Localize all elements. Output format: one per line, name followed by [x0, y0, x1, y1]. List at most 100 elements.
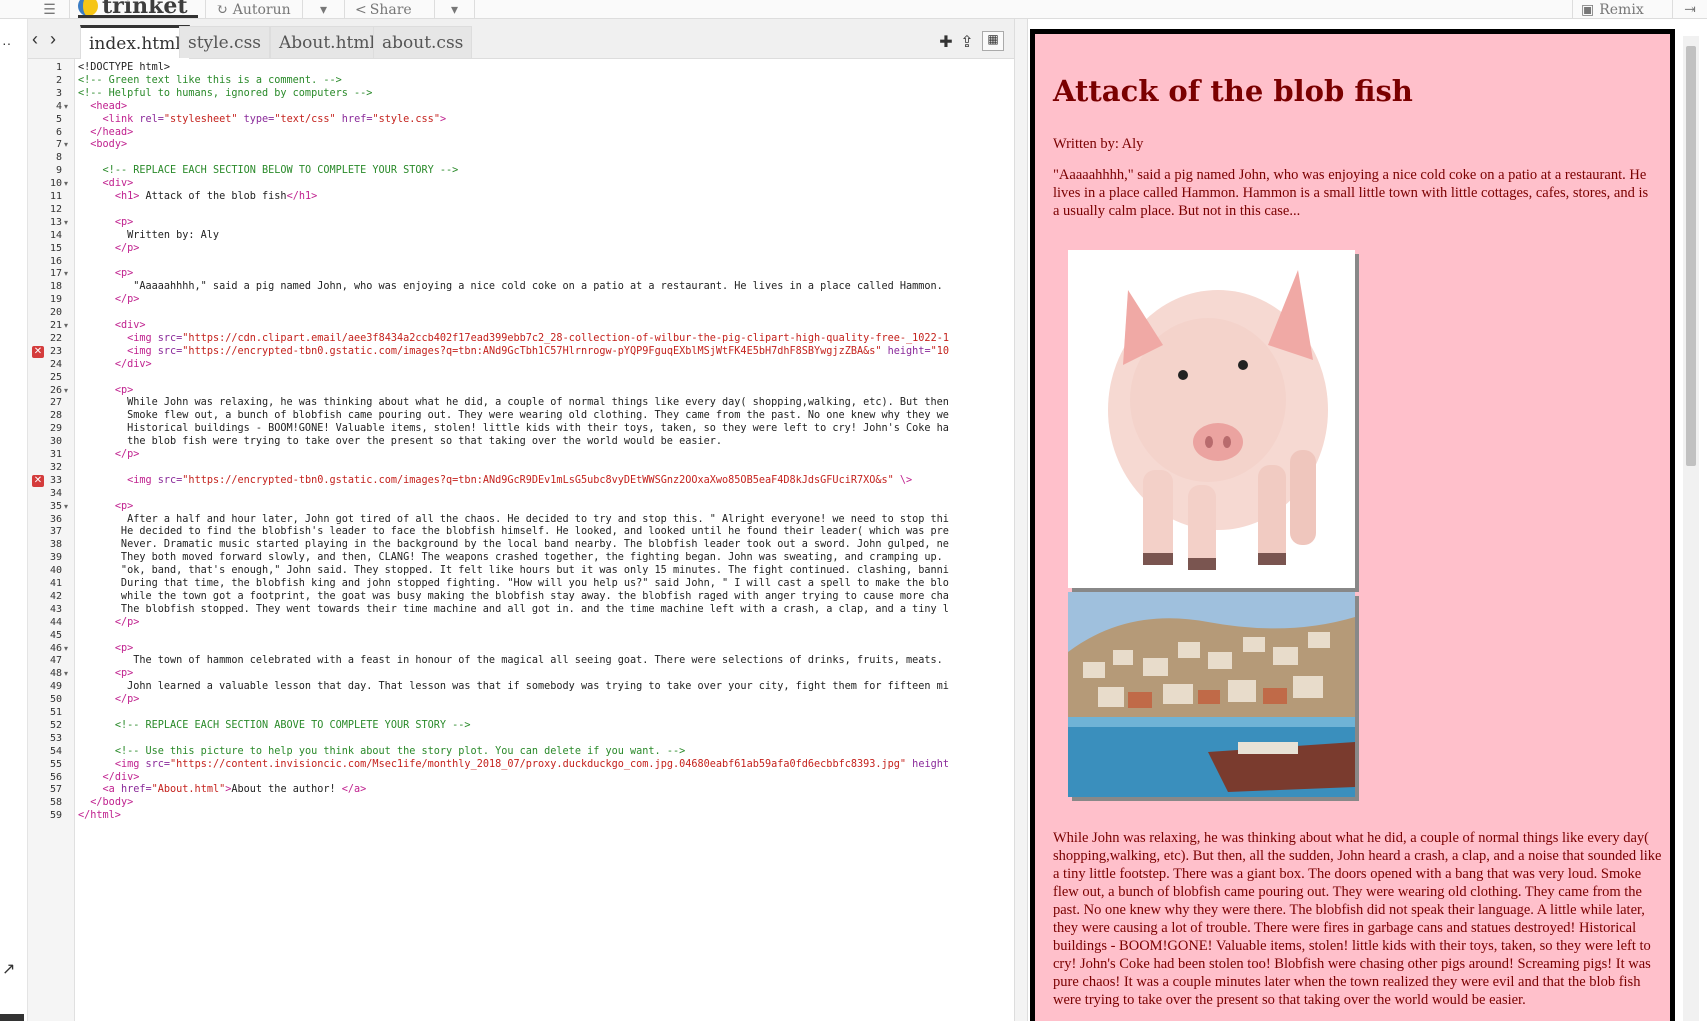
- code-line[interactable]: </p>: [78, 448, 1014, 462]
- code-line[interactable]: <img src="https://cdn.clipart.email/aee3…: [78, 332, 1014, 346]
- image-library-icon[interactable]: ▦: [982, 31, 1004, 51]
- fold-toggle-icon[interactable]: ▾: [64, 384, 68, 398]
- code-line[interactable]: <p>: [78, 642, 1014, 656]
- code-line[interactable]: [78, 629, 1014, 643]
- code-line[interactable]: <!DOCTYPE html>: [78, 61, 1014, 75]
- sidebar-toggle[interactable]: [0, 1014, 24, 1021]
- fold-toggle-icon[interactable]: ▾: [64, 100, 68, 114]
- code-line[interactable]: <!-- Helpful to humans, ignored by compu…: [78, 87, 1014, 101]
- line-number-gutter: 1 2 3 4 ▾ 5 6 7 ▾ 8 9 10 ▾ 11 12 13 ▾ 14 15 16 17 ▾ 18 19 20 21 ▾ 2…: [28, 59, 75, 1021]
- fold-toggle-icon[interactable]: ▾: [64, 500, 68, 514]
- code-line[interactable]: The town of hammon celebrated with a fea…: [78, 654, 1014, 668]
- code-line[interactable]: <p>: [78, 667, 1014, 681]
- tab-about-html[interactable]: About.html: [270, 26, 384, 58]
- code-line[interactable]: </head>: [78, 126, 1014, 140]
- code-line[interactable]: "ok, band, that's enough," John said. Th…: [78, 564, 1014, 578]
- code-line[interactable]: <link rel="stylesheet" type="text/css" h…: [78, 113, 1014, 127]
- error-icon[interactable]: ✕: [32, 345, 44, 358]
- pane-splitter[interactable]: [1014, 19, 1028, 1021]
- code-editor[interactable]: 1 2 3 4 ▾ 5 6 7 ▾ 8 9 10 ▾ 11 12 13 ▾ 14 15 16 17 ▾ 18 19 20 21 ▾ 2…: [28, 59, 1014, 1021]
- share-dropdown[interactable]: ▾: [435, 0, 475, 19]
- code-line[interactable]: <div>: [78, 319, 1014, 333]
- preview-scrollbar[interactable]: [1683, 36, 1699, 1021]
- fold-toggle-icon[interactable]: ▾: [64, 138, 68, 152]
- tab-index-html[interactable]: index.html: [80, 25, 190, 59]
- code-line[interactable]: They both moved forward slowly, and then…: [78, 551, 1014, 565]
- code-line[interactable]: <div>: [78, 177, 1014, 191]
- code-line[interactable]: <img src="https://encrypted-tbn0.gstatic…: [78, 474, 1014, 488]
- code-line[interactable]: </p>: [78, 693, 1014, 707]
- code-line[interactable]: <head>: [78, 100, 1014, 114]
- line-number: 25: [49, 371, 62, 383]
- code-line[interactable]: <!-- Use this picture to help you think …: [78, 745, 1014, 759]
- login-icon[interactable]: ⇥: [1672, 0, 1707, 19]
- code-line[interactable]: Written by: Aly: [78, 229, 1014, 243]
- preview-scrollbar-thumb[interactable]: [1686, 46, 1696, 466]
- add-file-icon[interactable]: ✚: [936, 32, 956, 52]
- fold-toggle-icon[interactable]: ▾: [64, 667, 68, 681]
- fold-toggle-icon[interactable]: ▾: [64, 177, 68, 191]
- share-button[interactable]: < Share: [345, 0, 435, 19]
- code-line[interactable]: </body>: [78, 796, 1014, 810]
- code-line[interactable]: Historical buildings - BOOM!GONE! Valuab…: [78, 422, 1014, 436]
- tab-about-css[interactable]: about.css: [373, 26, 473, 58]
- autorun-dropdown[interactable]: ▾: [303, 0, 345, 19]
- code-line[interactable]: After a half and hour later, John got ti…: [78, 513, 1014, 527]
- code-line[interactable]: the blob fish were trying to take over t…: [78, 435, 1014, 449]
- code-line[interactable]: <!-- Green text like this is a comment. …: [78, 74, 1014, 88]
- code-line[interactable]: [78, 706, 1014, 720]
- code-line[interactable]: [78, 461, 1014, 475]
- code-line[interactable]: </p>: [78, 293, 1014, 307]
- line-number: 55: [49, 758, 62, 770]
- back-arrow-icon[interactable]: ‹: [32, 29, 38, 50]
- code-line[interactable]: During that time, the blobfish king and …: [78, 577, 1014, 591]
- code-line[interactable]: [78, 306, 1014, 320]
- code-line[interactable]: <img src="https://encrypted-tbn0.gstatic…: [78, 345, 1014, 359]
- code-line[interactable]: while the town got a footprint, the goat…: [78, 590, 1014, 604]
- code-token: "About.html": [151, 784, 226, 796]
- code-line[interactable]: </html>: [78, 809, 1014, 823]
- code-line[interactable]: Smoke flew out, a bunch of blobfish came…: [78, 409, 1014, 423]
- code-line[interactable]: While John was relaxing, he was thinking…: [78, 396, 1014, 410]
- code-line[interactable]: <!-- REPLACE EACH SECTION BELOW TO COMPL…: [78, 164, 1014, 178]
- code-line[interactable]: [78, 487, 1014, 501]
- code-line[interactable]: [78, 203, 1014, 217]
- code-line[interactable]: <h1> Attack of the blob fish</h1>: [78, 190, 1014, 204]
- fold-toggle-icon[interactable]: ▾: [64, 267, 68, 281]
- error-icon[interactable]: ✕: [32, 474, 44, 487]
- remix-button[interactable]: ▣ Remix: [1572, 0, 1672, 19]
- code-line[interactable]: <p>: [78, 500, 1014, 514]
- code-line[interactable]: Never. Dramatic music started playing in…: [78, 538, 1014, 552]
- fold-toggle-icon[interactable]: ▾: [64, 319, 68, 333]
- code-line[interactable]: <p>: [78, 384, 1014, 398]
- code-line[interactable]: </p>: [78, 616, 1014, 630]
- upload-icon[interactable]: ⇪: [957, 32, 977, 52]
- expand-arrow-icon[interactable]: ↗: [2, 959, 15, 979]
- code-line[interactable]: [78, 151, 1014, 165]
- forward-arrow-icon[interactable]: ›: [50, 29, 56, 50]
- code-line[interactable]: <p>: [78, 267, 1014, 281]
- code-line[interactable]: <!-- REPLACE EACH SECTION ABOVE TO COMPL…: [78, 719, 1014, 733]
- code-line[interactable]: <a href="About.html">About the author! <…: [78, 783, 1014, 797]
- hamburger-menu-icon[interactable]: ☰: [30, 0, 70, 19]
- code-line[interactable]: "Aaaaahhhh," said a pig named John, who …: [78, 280, 1014, 294]
- code-line[interactable]: He decided to find the blobfish's leader…: [78, 525, 1014, 539]
- tab-style-css[interactable]: style.css: [179, 26, 271, 58]
- more-icon[interactable]: ··: [2, 35, 11, 51]
- code-line[interactable]: The blobfish stopped. They went towards …: [78, 603, 1014, 617]
- code-line[interactable]: <img src="https://content.invisioncic.co…: [78, 758, 1014, 772]
- autorun-button[interactable]: ↻ Autorun: [205, 0, 303, 19]
- fold-toggle-icon[interactable]: ▾: [64, 216, 68, 230]
- code-line[interactable]: </p>: [78, 242, 1014, 256]
- code-line[interactable]: [78, 371, 1014, 385]
- code-line[interactable]: </div>: [78, 771, 1014, 785]
- fold-toggle-icon[interactable]: ▾: [64, 642, 68, 656]
- code-line[interactable]: [78, 732, 1014, 746]
- line-number: 4: [55, 100, 62, 112]
- code-line[interactable]: John learned a valuable lesson that day.…: [78, 680, 1014, 694]
- code-line[interactable]: </div>: [78, 358, 1014, 372]
- code-line[interactable]: <body>: [78, 138, 1014, 152]
- code-line[interactable]: <p>: [78, 216, 1014, 230]
- code-line[interactable]: [78, 255, 1014, 269]
